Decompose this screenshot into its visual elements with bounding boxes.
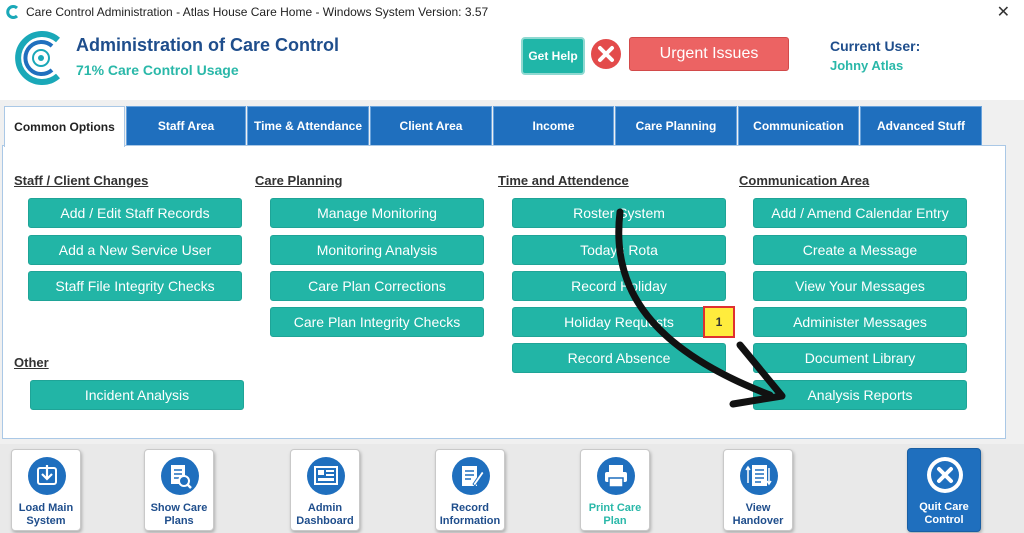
view-handover-label: View Handover (732, 502, 784, 527)
show-care-plans-button[interactable]: Show Care Plans (144, 449, 214, 531)
header: Administration of Care Control 71% Care … (0, 24, 1024, 100)
tab-bar: Common Options Staff Area Time & Attenda… (0, 106, 1024, 147)
section-heading-other: Other (14, 355, 49, 370)
handover-list-icon (740, 457, 778, 495)
get-help-button[interactable]: Get Help (521, 37, 585, 75)
show-care-plans-label: Show Care Plans (150, 502, 208, 527)
holiday-requests-count-badge: 1 (703, 306, 735, 338)
add-amend-calendar-entry-button[interactable]: Add / Amend Calendar Entry (753, 198, 967, 228)
urgent-issues-button[interactable]: Urgent Issues (629, 37, 789, 71)
staff-file-integrity-checks-button[interactable]: Staff File Integrity Checks (28, 271, 242, 301)
admin-dashboard-button[interactable]: Admin Dashboard (290, 449, 360, 531)
load-main-system-button[interactable]: Load Main System (11, 449, 81, 531)
print-care-plan-label: Print Care Plan (588, 502, 642, 527)
add-new-service-user-button[interactable]: Add a New Service User (28, 235, 242, 265)
tab-care-planning[interactable]: Care Planning (615, 106, 737, 146)
current-user-label: Current User: (830, 38, 921, 54)
print-care-plan-button[interactable]: Print Care Plan (580, 449, 650, 531)
tab-client-area[interactable]: Client Area (370, 106, 492, 146)
care-control-logo-icon (15, 31, 60, 85)
edit-document-icon (452, 457, 490, 495)
manage-monitoring-button[interactable]: Manage Monitoring (270, 198, 484, 228)
quit-care-control-button[interactable]: Quit Care Control (907, 448, 981, 532)
administer-messages-button[interactable]: Administer Messages (753, 307, 967, 337)
load-main-system-icon (28, 457, 66, 495)
section-heading-time-attendance: Time and Attendence (498, 173, 629, 188)
tab-time-attendance[interactable]: Time & Attendance (247, 106, 369, 146)
section-heading-care-planning: Care Planning (255, 173, 343, 188)
roster-system-button[interactable]: Roster System (512, 198, 726, 228)
section-heading-communication: Communication Area (739, 173, 870, 188)
analysis-reports-button[interactable]: Analysis Reports (753, 380, 967, 410)
holiday-requests-button[interactable]: Holiday Requests (512, 307, 726, 337)
incident-analysis-button[interactable]: Incident Analysis (30, 380, 244, 410)
care-plan-integrity-checks-button[interactable]: Care Plan Integrity Checks (270, 307, 484, 337)
page-title: Administration of Care Control (76, 35, 340, 55)
create-message-button[interactable]: Create a Message (753, 235, 967, 265)
care-plan-corrections-button[interactable]: Care Plan Corrections (270, 271, 484, 301)
record-information-button[interactable]: Record Information (435, 449, 505, 531)
quit-care-control-label: Quit Care Control (919, 501, 969, 526)
close-circle-icon (927, 457, 963, 493)
printer-icon (597, 457, 635, 495)
record-holiday-button[interactable]: Record Holiday (512, 271, 726, 301)
view-your-messages-button[interactable]: View Your Messages (753, 271, 967, 301)
section-heading-staff-client: Staff / Client Changes (14, 173, 149, 188)
title-bar: Care Control Administration - Atlas Hous… (0, 0, 1024, 24)
close-circle-icon[interactable] (590, 38, 622, 70)
search-document-icon (161, 457, 199, 495)
view-handover-button[interactable]: View Handover (723, 449, 793, 531)
tab-communication[interactable]: Communication (738, 106, 859, 146)
usage-subtitle: 71% Care Control Usage (76, 62, 239, 78)
load-main-system-label: Load Main System (18, 502, 74, 527)
add-edit-staff-records-button[interactable]: Add / Edit Staff Records (28, 198, 242, 228)
current-user-name: Johny Atlas (830, 58, 904, 73)
document-library-button[interactable]: Document Library (753, 343, 967, 373)
tab-staff-area[interactable]: Staff Area (126, 106, 246, 146)
tab-advanced-stuff[interactable]: Advanced Stuff (860, 106, 982, 146)
record-absence-button[interactable]: Record Absence (512, 343, 726, 373)
tab-income[interactable]: Income (493, 106, 614, 146)
window-title: Care Control Administration - Atlas Hous… (26, 5, 489, 19)
dashboard-icon (307, 457, 345, 495)
tab-common-options[interactable]: Common Options (4, 106, 125, 147)
monitoring-analysis-button[interactable]: Monitoring Analysis (270, 235, 484, 265)
todays-rota-button[interactable]: Todays Rota (512, 235, 726, 265)
close-window-button[interactable]: ✕ (997, 2, 1010, 22)
admin-dashboard-label: Admin Dashboard (296, 502, 354, 527)
app-logo-icon (6, 5, 19, 19)
record-information-label: Record Information (439, 502, 501, 527)
